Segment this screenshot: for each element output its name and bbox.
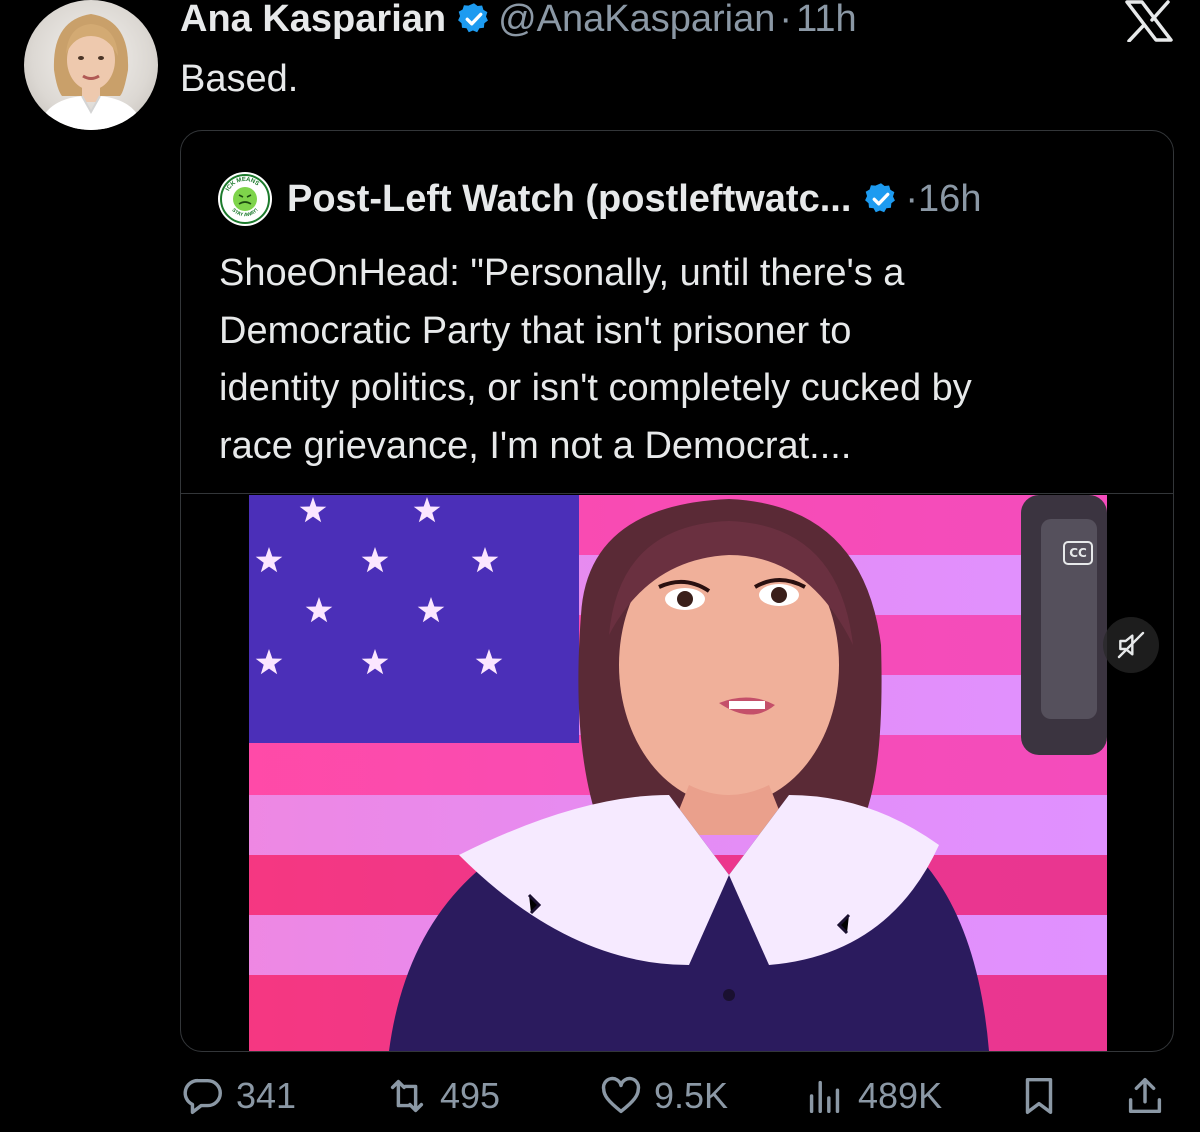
author-name[interactable]: Ana Kasparian <box>180 0 446 41</box>
share-button[interactable] <box>1122 1066 1168 1126</box>
repost-count: 495 <box>440 1075 501 1116</box>
quoted-timestamp[interactable]: 16h <box>918 178 981 221</box>
tweet-text: Based. <box>180 58 299 100</box>
quoted-author-avatar[interactable]: ICK MEANS STAY AWAY! <box>217 171 273 227</box>
verified-badge-icon <box>865 183 896 213</box>
quoted-tweet[interactable]: ICK MEANS STAY AWAY! Post-Left Watch (po… <box>180 130 1174 1052</box>
share-icon <box>1128 1077 1162 1114</box>
views-icon <box>809 1080 840 1114</box>
reply-button[interactable]: 341 <box>180 1066 296 1126</box>
views-button[interactable]: 489K <box>802 1066 942 1126</box>
repost-icon <box>390 1079 424 1113</box>
verified-badge-icon <box>458 3 489 33</box>
quoted-author-name[interactable]: Post-Left Watch (postleftwatc... <box>287 178 851 221</box>
video-player[interactable]: CC <box>249 495 1107 1051</box>
bookmark-button[interactable] <box>1016 1066 1062 1126</box>
tweet-timestamp[interactable]: 11h <box>796 0 857 41</box>
like-icon <box>601 1076 641 1114</box>
author-handle[interactable]: @AnaKasparian <box>498 0 775 41</box>
separator-dot: · <box>779 0 793 40</box>
closed-captions-button[interactable]: CC <box>1063 541 1093 565</box>
quoted-tweet-text: ShoeOnHead: "Personally, until there's a… <box>219 252 972 467</box>
reply-count: 341 <box>236 1075 297 1116</box>
like-button[interactable]: 9.5K <box>598 1066 728 1126</box>
reply-icon <box>183 1078 222 1115</box>
tweet-header: Ana Kasparian @AnaKasparian · 11h <box>180 0 857 44</box>
repost-button[interactable]: 495 <box>384 1066 500 1126</box>
like-count: 9.5K <box>654 1075 729 1116</box>
author-avatar[interactable] <box>24 0 158 130</box>
views-count: 489K <box>858 1075 943 1116</box>
mute-button[interactable] <box>1103 617 1159 673</box>
quoted-separator-dot: · <box>905 177 919 220</box>
quoted-divider <box>181 493 1173 494</box>
x-logo-icon[interactable] <box>1124 0 1174 42</box>
video-frame <box>249 495 1107 1051</box>
mute-icon <box>1117 631 1145 659</box>
quoted-tweet-header: ICK MEANS STAY AWAY! Post-Left Watch (po… <box>217 171 981 227</box>
bookmark-icon <box>1025 1077 1053 1115</box>
author-avatar-image <box>38 14 144 130</box>
tweet-actions: 341 495 9.5K 489K <box>180 1066 1180 1126</box>
